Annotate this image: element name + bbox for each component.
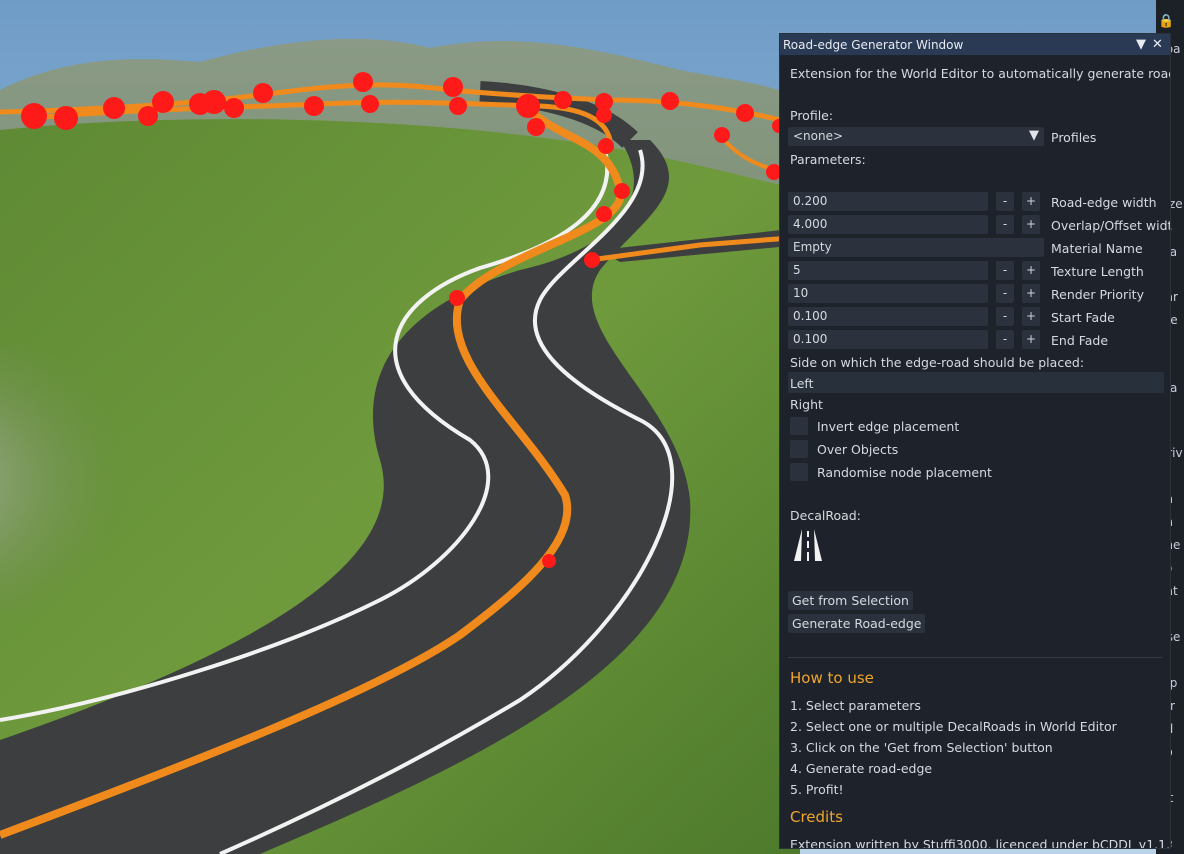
- side-option-left[interactable]: Left: [790, 376, 814, 391]
- render-priority-label: Render Priority: [1051, 287, 1144, 302]
- profiles-label: Profiles: [1051, 130, 1097, 145]
- road-icon[interactable]: [790, 527, 826, 563]
- texture-length-label: Texture Length: [1051, 264, 1144, 279]
- end-fade-increment-button[interactable]: +: [1022, 330, 1040, 349]
- profile-dropdown-value: <none>: [793, 129, 844, 143]
- window-titlebar[interactable]: Road-edge Generator Window ▼ ✕: [780, 34, 1170, 55]
- close-icon[interactable]: ✕: [1152, 37, 1163, 52]
- parameters-label: Parameters:: [790, 152, 866, 167]
- overlap-offset-width-label: Overlap/Offset width: [1051, 218, 1170, 233]
- material-name-label: Material Name: [1051, 241, 1143, 256]
- decalroad-label: DecalRoad:: [790, 508, 861, 523]
- start-fade-label: Start Fade: [1051, 310, 1115, 325]
- profile-dropdown[interactable]: <none> ▼: [788, 127, 1044, 146]
- overlap-offset-width-increment-button[interactable]: +: [1022, 215, 1040, 234]
- window-content: Extension for the World Editor to automa…: [780, 55, 1170, 848]
- end-fade-decrement-button[interactable]: -: [996, 330, 1014, 349]
- invert-edge-placement-checkbox[interactable]: [790, 417, 808, 435]
- road-edge-width-decrement-button[interactable]: -: [996, 192, 1014, 211]
- how-to-step: 1. Select parameters: [790, 698, 921, 713]
- how-to-step: 3. Click on the 'Get from Selection' but…: [790, 740, 1053, 755]
- render-priority-decrement-button[interactable]: -: [996, 284, 1014, 303]
- side-option-right[interactable]: Right: [790, 397, 823, 412]
- randomise-node-placement-checkbox[interactable]: [790, 463, 808, 481]
- road-edge-width-increment-button[interactable]: +: [1022, 192, 1040, 211]
- start-fade-decrement-button[interactable]: -: [996, 307, 1014, 326]
- start-fade-input[interactable]: 0.100: [788, 307, 988, 326]
- chevron-down-icon: ▼: [1029, 128, 1039, 143]
- end-fade-label: End Fade: [1051, 333, 1109, 348]
- render-priority-input[interactable]: 10: [788, 284, 988, 303]
- profile-label: Profile:: [790, 108, 834, 123]
- randomise-node-placement-label: Randomise node placement: [817, 465, 992, 480]
- generate-road-edge-button[interactable]: Generate Road-edge: [788, 614, 926, 633]
- road-edge-width-label: Road-edge width: [1051, 195, 1157, 210]
- overlap-offset-width-decrement-button[interactable]: -: [996, 215, 1014, 234]
- get-from-selection-button[interactable]: Get from Selection: [788, 591, 913, 610]
- how-to-step: 4. Generate road-edge: [790, 761, 933, 776]
- end-fade-input[interactable]: 0.100: [788, 330, 988, 349]
- lock-icon[interactable]: 🔒: [1158, 14, 1174, 29]
- side-option-left-highlight: [788, 372, 1164, 393]
- divider: [788, 657, 1162, 658]
- how-to-use-heading: How to use: [790, 669, 874, 687]
- texture-length-input[interactable]: 5: [788, 261, 988, 280]
- texture-length-increment-button[interactable]: +: [1022, 261, 1040, 280]
- road-edge-width-input[interactable]: 0.200: [788, 192, 988, 211]
- start-fade-increment-button[interactable]: +: [1022, 307, 1040, 326]
- window-description: Extension for the World Editor to automa…: [790, 66, 1170, 81]
- credits-text: Extension written by Stuffi3000, licence…: [790, 837, 1170, 848]
- road-edge-generator-window: Road-edge Generator Window ▼ ✕ Extension…: [780, 34, 1170, 848]
- texture-length-decrement-button[interactable]: -: [996, 261, 1014, 280]
- over-objects-label: Over Objects: [817, 442, 899, 457]
- side-placement-label: Side on which the edge-road should be pl…: [790, 355, 1085, 370]
- window-title: Road-edge Generator Window: [783, 37, 964, 52]
- invert-edge-placement-label: Invert edge placement: [817, 419, 960, 434]
- how-to-step: 5. Profit!: [790, 782, 844, 797]
- material-name-input[interactable]: Empty: [788, 238, 1044, 257]
- how-to-step: 2. Select one or multiple DecalRoads in …: [790, 719, 1117, 734]
- credits-heading: Credits: [790, 808, 843, 826]
- collapse-triangle-icon[interactable]: ▼: [1136, 37, 1146, 52]
- render-priority-increment-button[interactable]: +: [1022, 284, 1040, 303]
- overlap-offset-width-input[interactable]: 4.000: [788, 215, 988, 234]
- over-objects-checkbox[interactable]: [790, 440, 808, 458]
